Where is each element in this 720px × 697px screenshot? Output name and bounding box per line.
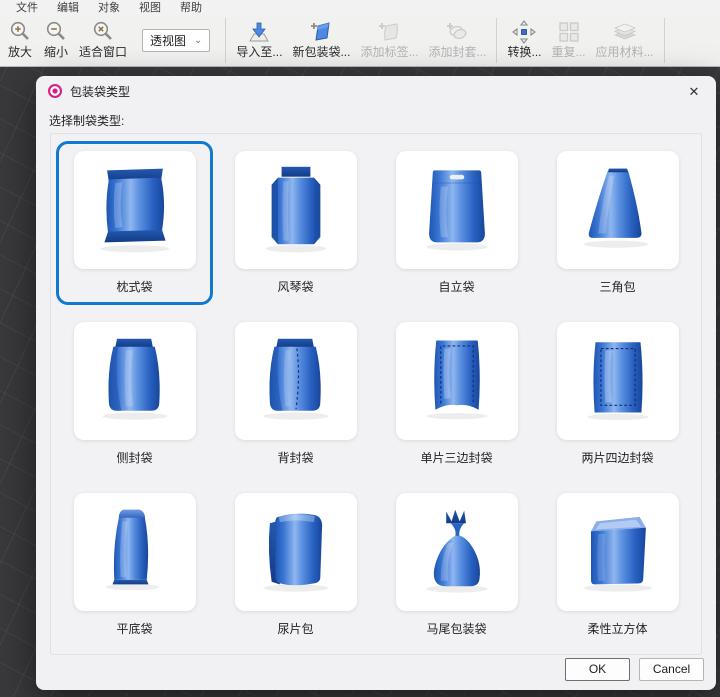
bag-option-diaper[interactable]: 尿片包 (217, 483, 374, 647)
bag-label: 背封袋 (277, 451, 313, 465)
bag-option-four-side[interactable]: 两片四边封袋 (539, 312, 696, 476)
close-icon[interactable]: ✕ (685, 83, 703, 101)
bag-thumbnail-ponytail (396, 493, 518, 611)
bag-thumbnail-three-side (396, 322, 518, 440)
bag-option-side-seal[interactable]: 侧封袋 (56, 312, 213, 476)
bag-option-standup[interactable]: 自立袋 (378, 141, 535, 305)
convert-move-icon (511, 18, 537, 45)
zoom-in-label: 放大 (8, 45, 32, 60)
dialog-titlebar: 包装袋类型 (36, 76, 716, 106)
new-bag-label: 新包装袋... (292, 45, 350, 60)
bag-label: 柔性立方体 (587, 622, 647, 636)
add-label-button[interactable]: 添加标签... (355, 15, 423, 66)
zoom-in-icon (8, 18, 32, 45)
apply-material-label: 应用材料... (596, 45, 654, 60)
cancel-button[interactable]: Cancel (639, 658, 704, 681)
toolbar: 放大 缩小 适合窗口 透视图 ⌄ 导入至... (0, 14, 720, 67)
import-to-label: 导入至... (236, 45, 282, 60)
import-to-button[interactable]: 导入至... (231, 15, 287, 66)
menu-file[interactable]: 文件 (8, 0, 49, 15)
add-sleeve-icon (444, 18, 470, 45)
new-bag-icon (308, 18, 334, 45)
import-icon (246, 18, 272, 45)
convert-button[interactable]: 转换... (502, 15, 546, 66)
menu-bar: 文件 编辑 对象 视图 帮助 (0, 0, 720, 14)
app-viewport: 文件 编辑 对象 视图 帮助 放大 缩小 适合窗口 透视图 (0, 0, 720, 697)
add-label-icon (376, 18, 402, 45)
repeat-button[interactable]: 重复... (547, 15, 591, 66)
convert-label: 转换... (507, 45, 541, 60)
bag-label: 风琴袋 (277, 280, 313, 294)
bag-option-triangle[interactable]: 三角包 (539, 141, 696, 305)
ok-button[interactable]: OK (565, 658, 630, 681)
dialog-prompt: 选择制袋类型: (49, 112, 124, 129)
bag-label: 单片三边封袋 (420, 451, 492, 465)
view-mode-value: 透视图 (150, 32, 186, 49)
menu-object[interactable]: 对象 (90, 0, 131, 15)
bag-thumbnail-gusset (235, 151, 357, 269)
bag-thumbnail-side-seal (74, 322, 196, 440)
bag-option-back-seal[interactable]: 背封袋 (217, 312, 374, 476)
add-sleeve-label: 添加封套... (428, 45, 486, 60)
bag-option-ponytail[interactable]: 马尾包装袋 (378, 483, 535, 647)
bag-thumbnail-flat-bottom (74, 493, 196, 611)
bag-option-gusset[interactable]: 风琴袋 (217, 141, 374, 305)
bag-label: 尿片包 (277, 622, 313, 636)
view-mode-dropdown[interactable]: 透视图 ⌄ (142, 29, 210, 52)
repeat-grid-icon (556, 18, 582, 45)
bag-label: 侧封袋 (116, 451, 152, 465)
bag-type-grid: 枕式袋 风琴袋 自立袋 (51, 134, 701, 647)
fit-window-icon (91, 18, 115, 45)
bag-thumbnail-diaper (235, 493, 357, 611)
chevron-down-icon: ⌄ (194, 37, 202, 45)
apply-material-icon (611, 18, 639, 45)
bag-label: 两片四边封袋 (581, 451, 653, 465)
bag-label: 马尾包装袋 (426, 622, 486, 636)
bag-option-flat-bottom[interactable]: 平底袋 (56, 483, 213, 647)
bag-type-dialog: 包装袋类型 ✕ 选择制袋类型: 枕式袋 风琴袋 (36, 76, 716, 690)
apply-material-button[interactable]: 应用材料... (591, 15, 659, 66)
bag-option-pillow[interactable]: 枕式袋 (56, 141, 213, 305)
bag-thumbnail-pillow (74, 151, 196, 269)
bag-thumbnail-standup (396, 151, 518, 269)
fit-window-button[interactable]: 适合窗口 (74, 15, 132, 66)
bag-label: 平底袋 (116, 622, 152, 636)
bag-label: 自立袋 (438, 280, 474, 294)
bag-option-cube[interactable]: 柔性立方体 (539, 483, 696, 647)
menu-view[interactable]: 视图 (131, 0, 172, 15)
toolbar-separator (496, 18, 497, 63)
dialog-footer: OK Cancel (36, 655, 716, 690)
bag-thumbnail-four-side (557, 322, 679, 440)
toolbar-separator (225, 18, 226, 63)
bag-thumbnail-triangle (557, 151, 679, 269)
bag-type-panel: 枕式袋 风琴袋 自立袋 (50, 133, 702, 655)
app-logo-icon (48, 84, 62, 98)
zoom-in-button[interactable]: 放大 (2, 15, 38, 66)
add-label-label: 添加标签... (360, 45, 418, 60)
fit-window-label: 适合窗口 (79, 45, 127, 60)
menu-edit[interactable]: 编辑 (49, 0, 90, 15)
dialog-title: 包装袋类型 (70, 83, 130, 100)
bag-label: 三角包 (599, 280, 635, 294)
zoom-out-icon (44, 18, 68, 45)
menu-help[interactable]: 帮助 (172, 0, 213, 15)
add-sleeve-button[interactable]: 添加封套... (423, 15, 491, 66)
toolbar-separator (664, 18, 665, 63)
zoom-out-button[interactable]: 缩小 (38, 15, 74, 66)
zoom-out-label: 缩小 (44, 45, 68, 60)
bag-option-three-side[interactable]: 单片三边封袋 (378, 312, 535, 476)
bag-thumbnail-cube (557, 493, 679, 611)
new-bag-button[interactable]: 新包装袋... (287, 15, 355, 66)
repeat-label: 重复... (552, 45, 586, 60)
bag-thumbnail-back-seal (235, 322, 357, 440)
bag-label: 枕式袋 (116, 280, 152, 294)
